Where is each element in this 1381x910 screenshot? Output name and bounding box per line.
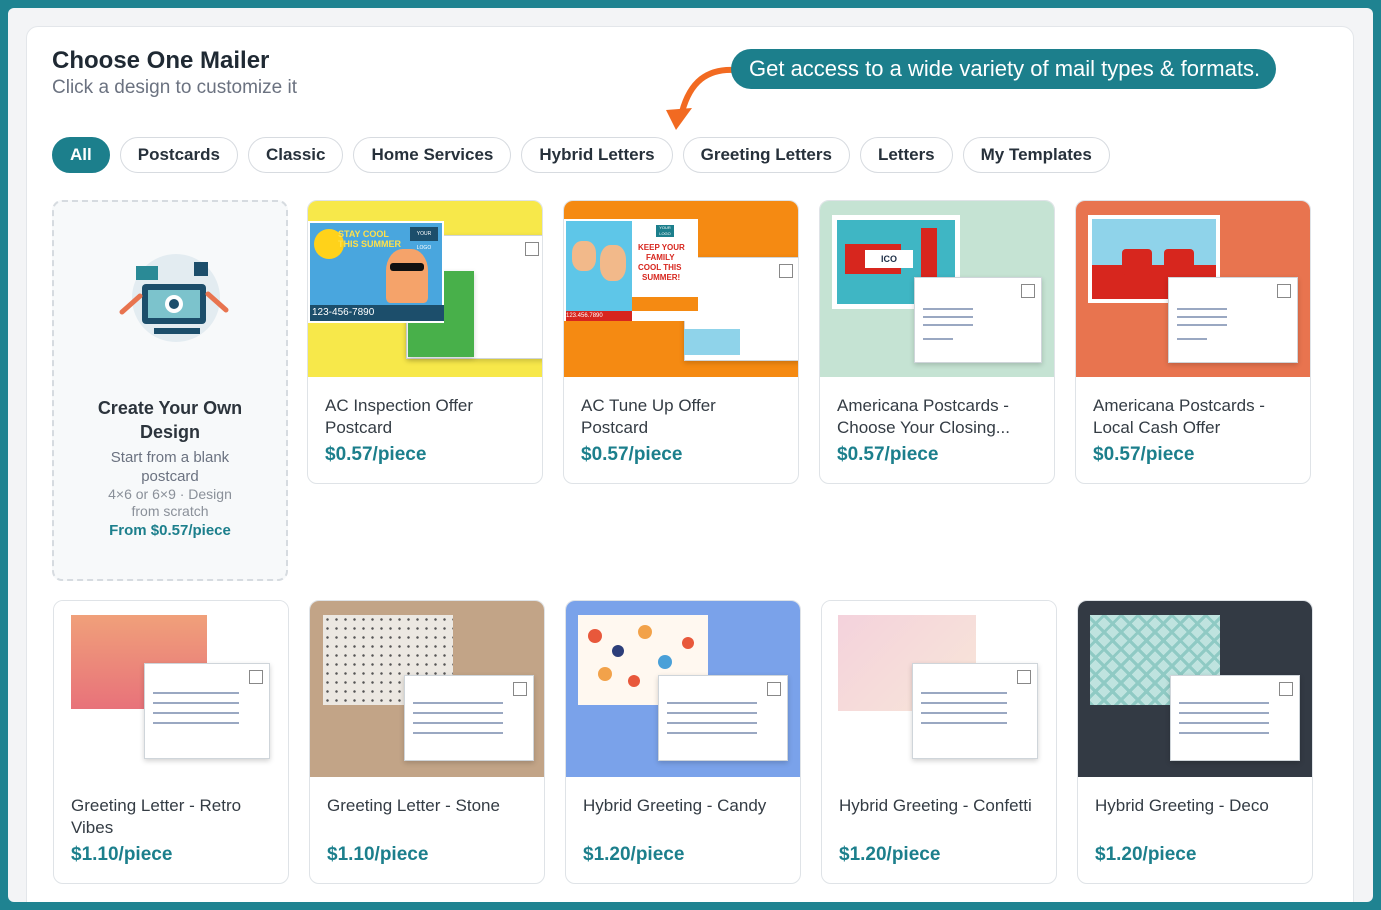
card-thumbnail — [566, 601, 800, 777]
mailer-card[interactable]: STAY COOL THIS SUMMER YOUR LOGO 123-456-… — [307, 200, 543, 484]
create-subtitle: Start from a blank postcard — [110, 449, 230, 485]
mailer-card[interactable]: ICO Americana Postcards - Choose Your Cl… — [819, 200, 1055, 484]
page-title: Choose One Mailer — [52, 47, 270, 74]
front-phone: 123.456.7890 — [566, 311, 632, 321]
mailer-card[interactable]: Americana Postcards - Local Cash Offer $… — [1075, 200, 1311, 484]
card-price: $0.57/piece — [1093, 444, 1195, 465]
card-title: AC Inspection Offer Postcard — [325, 396, 474, 437]
category-tabs: All Postcards Classic Home Services Hybr… — [52, 137, 1110, 173]
tab-greeting-letters[interactable]: Greeting Letters — [682, 137, 850, 173]
front-headline-4: SUMMER! — [642, 273, 681, 282]
tab-all[interactable]: All — [52, 137, 110, 173]
card-thumbnail — [1076, 201, 1310, 377]
mailer-card[interactable]: Hybrid Greeting - Confetti $1.20/piece — [821, 600, 1057, 884]
logo-badge: YOUR LOGO — [656, 225, 674, 237]
card-thumbnail: STAY COOL THIS SUMMER YOUR LOGO 123-456-… — [308, 201, 542, 377]
mailer-card[interactable]: KEEP YOUR FAMILY COOL THIS SUMMER! YOUR … — [563, 200, 799, 484]
front-headline-2: FAMILY — [646, 253, 675, 262]
card-thumbnail: KEEP YOUR FAMILY COOL THIS SUMMER! YOUR … — [564, 201, 798, 377]
create-price: From $0.57/piece — [109, 522, 231, 539]
card-price: $0.57/piece — [837, 444, 939, 465]
create-your-own-card[interactable]: Create Your Own Design Start from a blan… — [52, 200, 288, 581]
card-title: Greeting Letter - Retro Vibes — [71, 796, 242, 837]
mailer-card[interactable]: Hybrid Greeting - Candy $1.20/piece — [565, 600, 801, 884]
create-detail: 4×6 or 6×9 · Design from scratch — [108, 486, 232, 519]
card-title: Hybrid Greeting - Confetti — [839, 796, 1032, 815]
card-price: $1.20/piece — [583, 844, 685, 865]
card-price: $1.20/piece — [1095, 844, 1197, 865]
front-phone: 123-456-7890 — [310, 305, 444, 321]
mailer-card[interactable]: Hybrid Greeting - Deco $1.20/piece — [1077, 600, 1313, 884]
mailer-card[interactable]: Greeting Letter - Stone $1.10/piece — [309, 600, 545, 884]
card-title: Americana Postcards - Local Cash Offer — [1093, 396, 1265, 437]
card-thumbnail: ICO — [820, 201, 1054, 377]
card-thumbnail — [54, 601, 288, 777]
tab-my-templates[interactable]: My Templates — [962, 137, 1110, 173]
front-headline-3: COOL THIS — [638, 263, 682, 272]
front-headline: STAY COOL — [338, 229, 389, 239]
card-price: $1.10/piece — [71, 844, 173, 865]
tab-letters[interactable]: Letters — [859, 137, 953, 173]
front-headline: KEEP YOUR — [638, 243, 685, 252]
card-price: $1.20/piece — [839, 844, 941, 865]
tab-postcards[interactable]: Postcards — [119, 137, 238, 173]
tab-home-services[interactable]: Home Services — [353, 137, 512, 173]
card-title: Americana Postcards - Choose Your Closin… — [837, 396, 1010, 437]
card-title: AC Tune Up Offer Postcard — [581, 396, 716, 437]
mailer-card[interactable]: Greeting Letter - Retro Vibes $1.10/piec… — [53, 600, 289, 884]
card-thumbnail — [822, 601, 1056, 777]
design-illustration-icon — [119, 254, 229, 342]
tab-hybrid-letters[interactable]: Hybrid Letters — [521, 137, 673, 173]
card-price: $0.57/piece — [325, 444, 427, 465]
logo-badge: YOUR LOGO — [410, 227, 438, 251]
create-title: Create Your Own Design — [97, 398, 243, 442]
front-headline-2: THIS SUMMER — [338, 239, 401, 249]
card-title: Hybrid Greeting - Deco — [1095, 796, 1269, 815]
card-title: Greeting Letter - Stone — [327, 796, 500, 815]
tab-classic[interactable]: Classic — [247, 137, 344, 173]
card-thumbnail — [310, 601, 544, 777]
curved-arrow-icon — [666, 66, 739, 130]
card-price: $0.57/piece — [581, 444, 683, 465]
card-thumbnail — [1078, 601, 1312, 777]
card-price: $1.10/piece — [327, 844, 429, 865]
feature-callout: Get access to a wide variety of mail typ… — [731, 49, 1277, 89]
card-title: Hybrid Greeting - Candy — [583, 796, 767, 815]
page-subtitle: Click a design to customize it — [52, 77, 297, 98]
